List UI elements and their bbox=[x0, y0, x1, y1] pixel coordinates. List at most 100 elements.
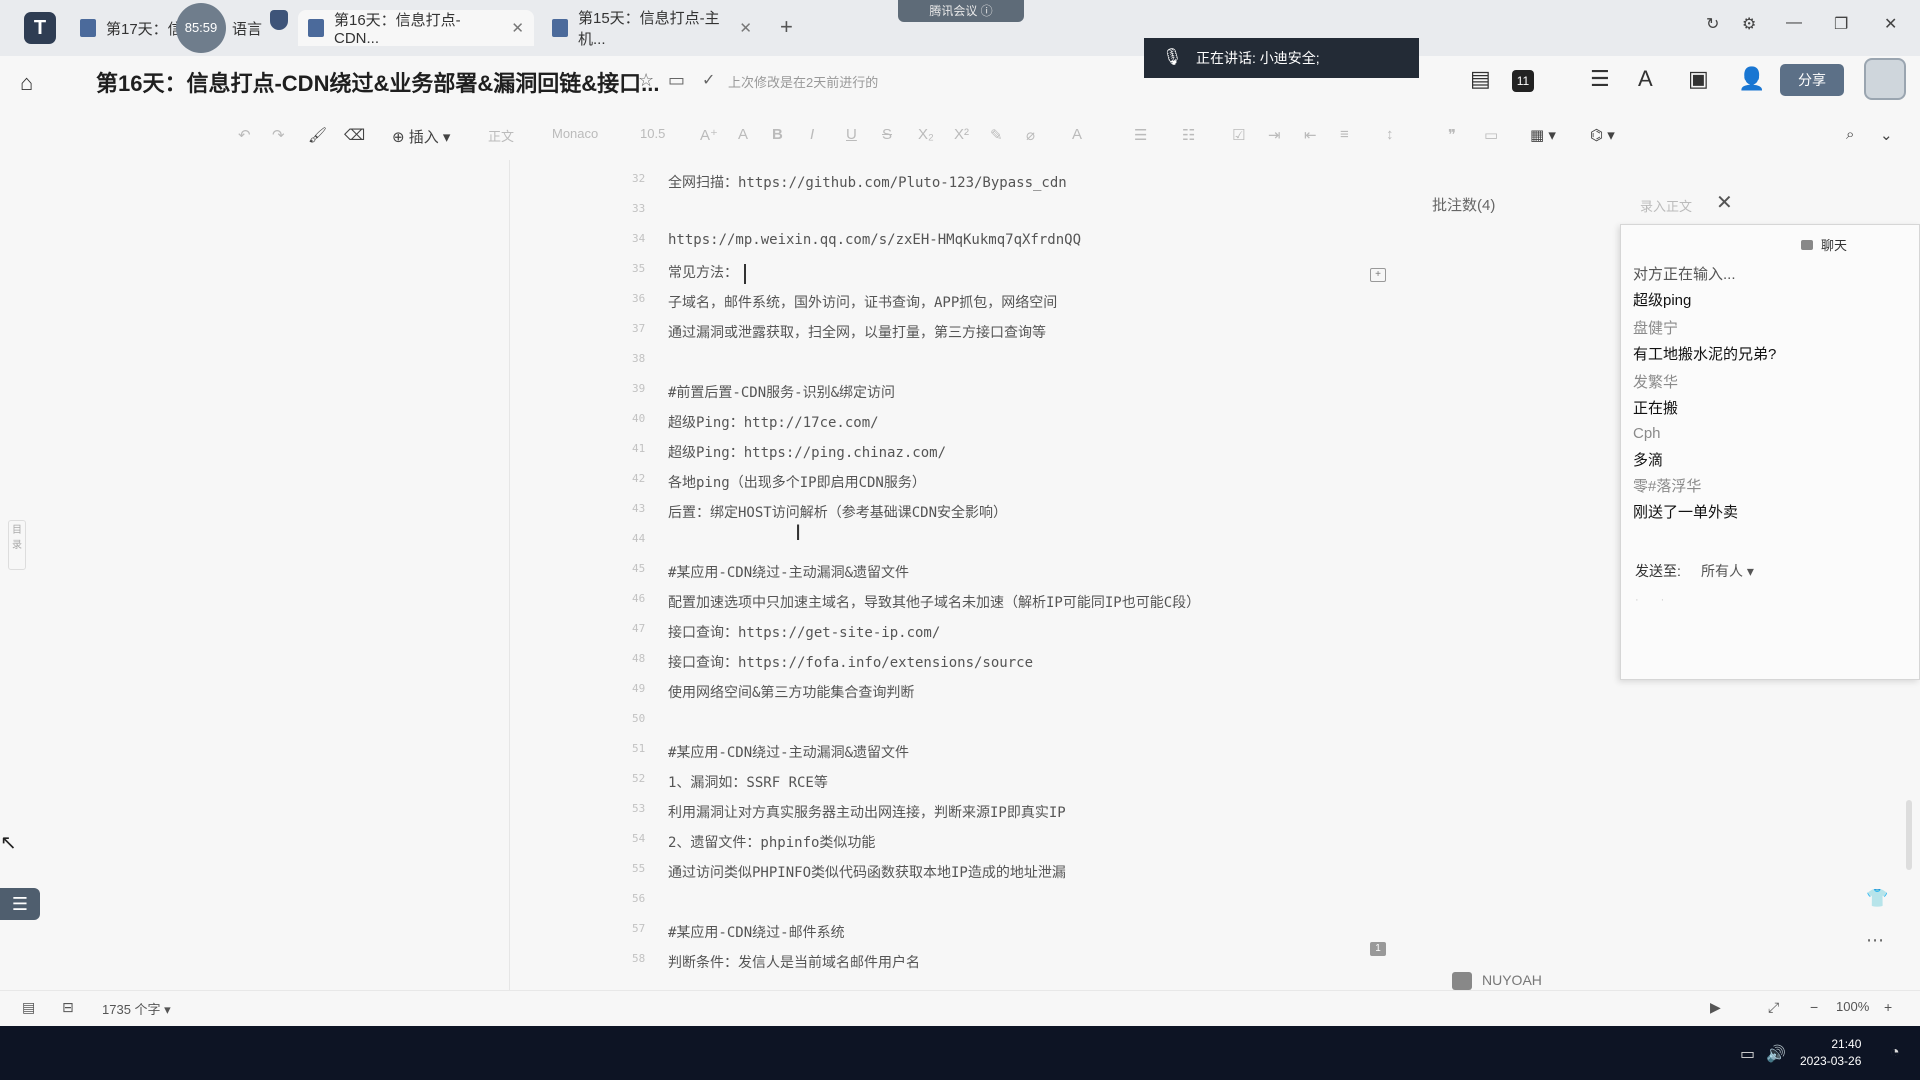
decrease-font-icon[interactable]: A bbox=[738, 126, 748, 143]
page-view-icon[interactable]: ▤ bbox=[22, 999, 35, 1016]
speaking-indicator: 🎙 正在讲话: 小迪安全; bbox=[1144, 38, 1419, 78]
zoom-in-icon[interactable]: + bbox=[1884, 999, 1892, 1015]
participant-count-badge[interactable]: 11 bbox=[1512, 70, 1534, 92]
chat-message: 刚送了一单外卖 bbox=[1633, 504, 1739, 521]
share-button[interactable]: 分享 bbox=[1780, 64, 1844, 96]
font-color-icon[interactable]: A bbox=[1072, 126, 1082, 143]
scrollbar[interactable] bbox=[1906, 800, 1912, 870]
chat-sender: 盘健宁 bbox=[1633, 320, 1679, 337]
microphone-icon: 🎙 bbox=[1162, 49, 1183, 66]
eraser-icon[interactable]: ⌫ bbox=[344, 126, 365, 144]
restore-icon[interactable]: ❐ bbox=[1834, 14, 1848, 34]
numbered-list-icon[interactable]: ☷ bbox=[1182, 126, 1195, 144]
highlight-icon[interactable]: ✎ bbox=[990, 126, 1003, 144]
chat-message: 有工地搬水泥的兄弟? bbox=[1633, 346, 1777, 363]
system-clock[interactable]: 21:40 2023-03-26 bbox=[1800, 1036, 1861, 1070]
comment-icon[interactable]: ▭ bbox=[1484, 126, 1498, 144]
play-icon[interactable]: ▶ bbox=[1710, 999, 1721, 1016]
tab-label: 第16天：信息打点-CDN... bbox=[334, 12, 461, 47]
outdent-icon[interactable]: ⇤ bbox=[1304, 126, 1317, 144]
bullet-list-icon[interactable]: ☰ bbox=[1134, 126, 1147, 144]
document-icon bbox=[308, 19, 324, 37]
present-icon[interactable]: ▣ bbox=[1688, 66, 1709, 92]
bold-icon[interactable]: B bbox=[772, 126, 783, 143]
quote-icon[interactable]: ❞ bbox=[1448, 126, 1456, 144]
document-icon bbox=[80, 19, 96, 37]
settings-icon[interactable]: ⚙ bbox=[1742, 14, 1756, 34]
minimize-icon[interactable]: — bbox=[1786, 14, 1802, 32]
paragraph-style-select[interactable]: 正文 bbox=[488, 126, 514, 145]
underline-icon[interactable]: U bbox=[846, 126, 857, 143]
chevron-down-icon[interactable]: ⌄ bbox=[1880, 126, 1893, 144]
page-title: 第16天：信息打点-CDN绕过&业务部署&漏洞回链&接口... bbox=[96, 71, 660, 96]
tab-day15[interactable]: 第15天：信息打点-主机... ✕ bbox=[542, 10, 762, 48]
text-cursor-icon: I bbox=[795, 520, 802, 545]
text-format-icon[interactable]: A bbox=[1638, 66, 1653, 92]
layout-icon[interactable]: ⊟ bbox=[62, 999, 74, 1016]
fullscreen-icon[interactable]: ⤢ bbox=[1768, 999, 1779, 1016]
editor-toolbar: ↶ ↷ 🖌 ⌫ ⊕ 插入 ▾ 正文 Monaco 10.5 A⁺ A B I U… bbox=[0, 118, 1920, 158]
chat-message: 超级ping bbox=[1633, 292, 1692, 309]
close-window-icon[interactable]: ✕ bbox=[1884, 14, 1897, 34]
word-count[interactable]: 1735 个字 ▾ bbox=[102, 999, 171, 1018]
document-body[interactable]: 32 全网扫描：https://github.com/Pluto-123/Bypa… bbox=[510, 160, 1410, 990]
send-to-label: 发送至: bbox=[1635, 563, 1681, 579]
new-tab-plus-icon[interactable]: + bbox=[780, 14, 793, 40]
notification-icon[interactable]: ◔ bbox=[1890, 1044, 1900, 1062]
indent-icon[interactable]: ⇥ bbox=[1268, 126, 1281, 144]
insert-into-body-link[interactable]: 录入正文 bbox=[1640, 196, 1692, 215]
menu-icon[interactable]: ☰ bbox=[1590, 66, 1610, 92]
clear-format-icon[interactable]: ⌀ bbox=[1026, 126, 1035, 144]
comment-marker-icon[interactable]: + bbox=[1370, 268, 1386, 282]
font-size-select[interactable]: 10.5 bbox=[640, 126, 665, 141]
increase-font-icon[interactable]: A⁺ bbox=[700, 126, 718, 144]
table-icon[interactable]: ▦ ▾ bbox=[1530, 126, 1556, 144]
star-icon[interactable]: ☆ bbox=[638, 70, 654, 91]
tab-day17[interactable]: 第17天：信 bbox=[70, 10, 193, 46]
close-icon[interactable]: ✕ bbox=[1716, 190, 1733, 215]
user-add-icon[interactable]: 👤 bbox=[1738, 66, 1765, 92]
search-icon[interactable]: ⌕ bbox=[1846, 126, 1854, 143]
tab-day16[interactable]: 第16天：信息打点-CDN... ✕ bbox=[298, 10, 534, 47]
avatar[interactable] bbox=[1864, 58, 1906, 100]
taskbar: ▭ 🔊 21:40 2023-03-26 ◔ bbox=[0, 1026, 1920, 1080]
chat-title: 聊天 bbox=[1801, 235, 1847, 254]
close-icon[interactable]: ✕ bbox=[511, 19, 524, 37]
strikethrough-icon[interactable]: S bbox=[882, 126, 892, 143]
italic-icon[interactable]: I bbox=[810, 126, 814, 143]
close-icon[interactable]: ✕ bbox=[739, 19, 752, 37]
line-spacing-icon[interactable]: ↕ bbox=[1386, 126, 1394, 143]
volume-icon[interactable]: 🔊 bbox=[1766, 1044, 1786, 1064]
typing-indicator: 对方正在输入... bbox=[1633, 266, 1736, 283]
undo-icon[interactable]: ↶ bbox=[238, 126, 251, 144]
insert-button[interactable]: ⊕ 插入 ▾ bbox=[392, 126, 450, 147]
meeting-icon[interactable]: ▤ bbox=[1470, 66, 1491, 92]
network-icon[interactable]: ▭ bbox=[1740, 1044, 1755, 1064]
zoom-out-icon[interactable]: − bbox=[1810, 999, 1818, 1015]
superscript-icon[interactable]: X² bbox=[954, 126, 969, 143]
checkbox-list-icon[interactable]: ☑ bbox=[1232, 126, 1245, 144]
tab-lang[interactable]: 语言 bbox=[222, 10, 272, 46]
format-painter-icon[interactable]: 🖌 bbox=[308, 126, 327, 144]
home-icon[interactable]: ⌂ bbox=[20, 70, 33, 96]
font-family-select[interactable]: Monaco bbox=[552, 126, 598, 141]
plugin-icon[interactable]: ⌬ ▾ bbox=[1590, 126, 1615, 144]
align-icon[interactable]: ≡ bbox=[1340, 126, 1349, 143]
text-caret bbox=[744, 264, 746, 284]
chat-input[interactable]: · · bbox=[1635, 591, 1664, 607]
user-avatar-icon bbox=[1452, 972, 1472, 991]
subscript-icon[interactable]: X₂ bbox=[918, 126, 934, 143]
send-to-select[interactable]: 所有人 ▾ bbox=[1701, 561, 1754, 581]
bottom-user: NUYOAH bbox=[1452, 972, 1542, 991]
outline-edge-tab[interactable]: 目录 bbox=[8, 520, 26, 570]
shirt-icon[interactable]: 👕 bbox=[1866, 888, 1888, 909]
more-icon[interactable]: ⋯ bbox=[1866, 930, 1884, 951]
meeting-tag[interactable]: 腾讯会议 ⓘ bbox=[898, 0, 1024, 22]
refresh-icon[interactable]: ↻ bbox=[1706, 14, 1719, 34]
redo-icon[interactable]: ↷ bbox=[272, 126, 285, 144]
tab-label: 第15天：信息打点-主机... bbox=[578, 10, 720, 48]
comment-marker-icon[interactable]: 1 bbox=[1370, 942, 1386, 956]
outline-button[interactable]: ☰ bbox=[0, 888, 40, 920]
app-logo-icon[interactable]: T bbox=[24, 12, 56, 44]
folder-icon[interactable]: ▭ bbox=[668, 70, 685, 91]
